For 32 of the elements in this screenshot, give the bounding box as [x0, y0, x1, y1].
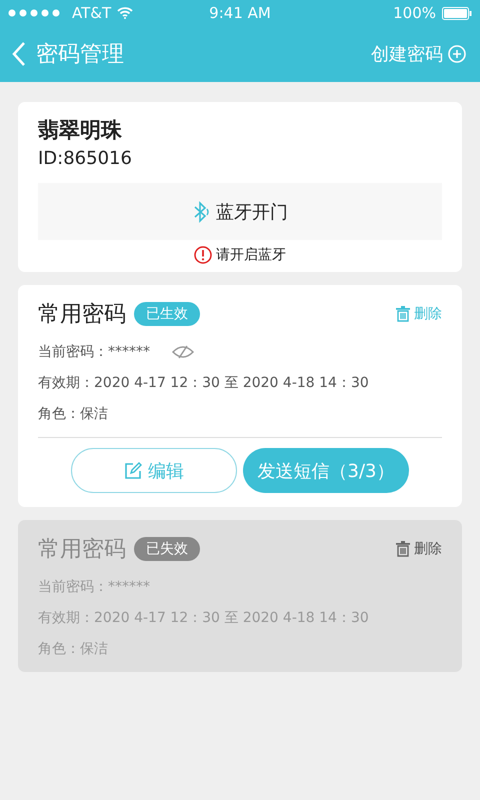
- info-text: 角色：保洁: [38, 640, 108, 658]
- create-password-button[interactable]: 创建密码: [371, 42, 466, 66]
- password-title: 常用密码: [38, 301, 126, 329]
- lock-name: 翡翠明珠: [38, 117, 123, 144]
- delete-button[interactable]: 删除: [396, 305, 442, 323]
- info-text: 有效期：2020 4-17 12：30 至 2020 4-18 14：30: [38, 374, 369, 392]
- edit-icon: [124, 462, 142, 480]
- info-text: 当前密码：******: [38, 578, 150, 596]
- trash-icon: [396, 306, 410, 322]
- bluetooth-unlock-button[interactable]: 蓝牙开门: [38, 183, 442, 240]
- battery-icon: [442, 6, 472, 20]
- eye-slash-icon[interactable]: [172, 345, 194, 359]
- password-title: 常用密码: [38, 536, 126, 564]
- warning-text: 请开启蓝牙: [216, 246, 286, 264]
- lock-id: ID:865016: [38, 148, 133, 169]
- warning-icon: [194, 246, 212, 264]
- back-icon[interactable]: [12, 41, 26, 67]
- clock: 9:41 AM: [209, 4, 271, 22]
- page-title: 密码管理: [36, 41, 124, 69]
- send-sms-button[interactable]: 发送短信（3/3）: [243, 448, 409, 493]
- info-text: 角色：保洁: [38, 405, 108, 423]
- trash-icon: [396, 541, 410, 557]
- carrier-name: AT&T: [72, 4, 112, 22]
- wifi-icon: [117, 7, 134, 19]
- edit-button[interactable]: 编辑: [71, 448, 237, 493]
- status-badge: 已生效: [134, 302, 200, 326]
- battery-level: 100%: [393, 4, 436, 22]
- status-badge: 已失效: [134, 537, 200, 561]
- delete-button[interactable]: 删除: [396, 540, 442, 558]
- info-text: 当前密码：******: [38, 343, 150, 361]
- info-text: 有效期：2020 4-17 12：30 至 2020 4-18 14：30: [38, 609, 369, 627]
- plus-circle-icon: [448, 45, 466, 63]
